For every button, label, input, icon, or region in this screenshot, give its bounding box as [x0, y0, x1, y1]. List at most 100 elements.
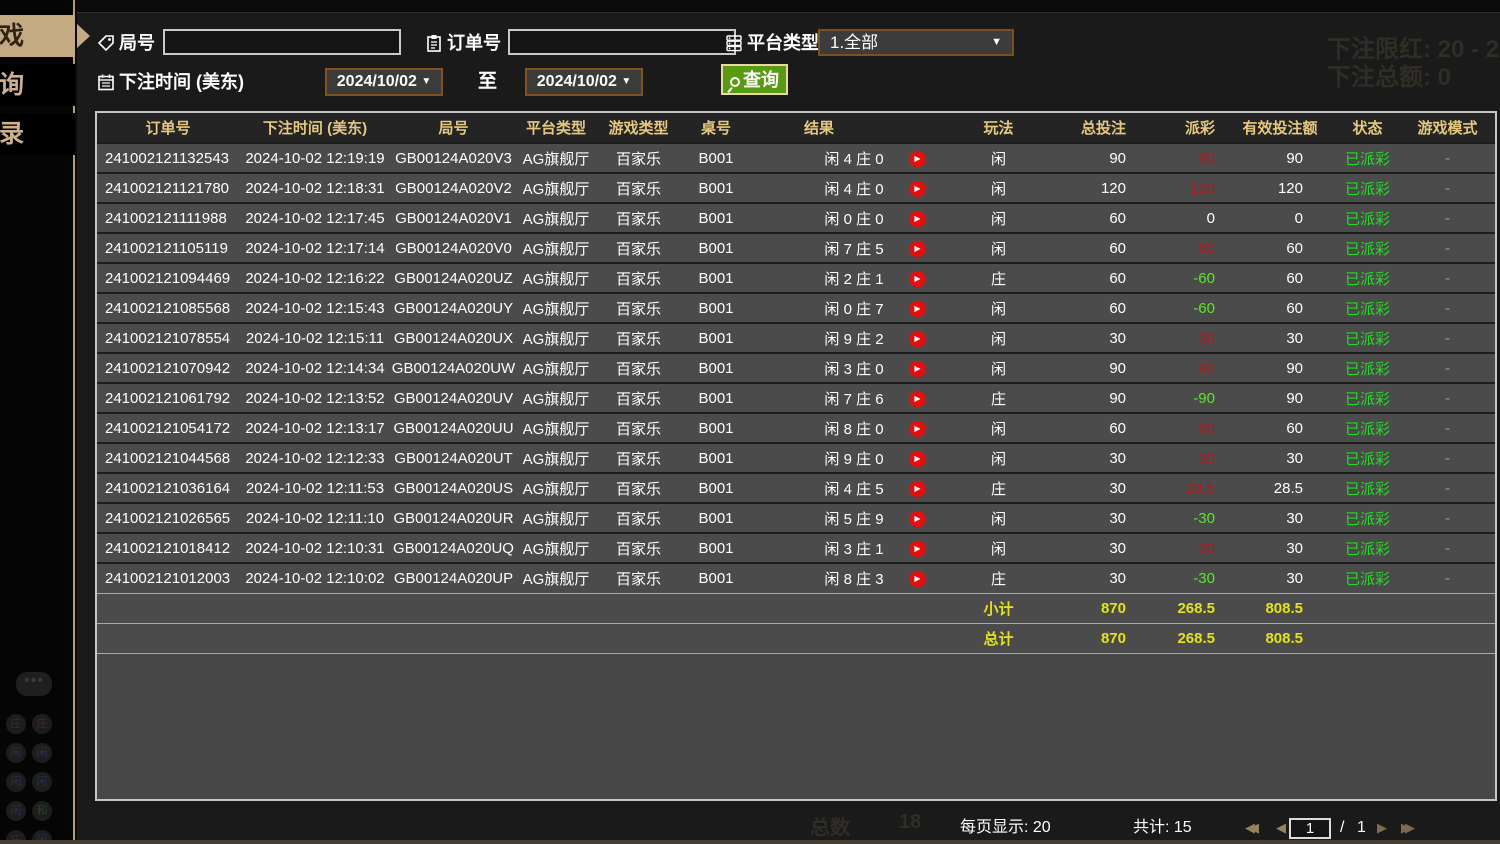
cell-status: 已派彩 [1335, 563, 1400, 593]
replay-play-icon[interactable]: ▶ [909, 151, 926, 167]
replay-play-icon[interactable]: ▶ [909, 331, 926, 347]
cell-play: 闲 [951, 233, 1046, 263]
first-page-button[interactable]: ◀◀ [1245, 808, 1253, 844]
round-no-input[interactable] [163, 29, 401, 55]
sidebar-item-query[interactable]: 询 [0, 64, 75, 106]
cell-game-type: 百家乐 [596, 233, 681, 263]
table-row[interactable]: 2410021210541722024-10-02 12:13:17GB0012… [97, 413, 1495, 443]
cell-play: 闲 [951, 203, 1046, 233]
replay-play-icon[interactable]: ▶ [909, 241, 926, 257]
total-spacer [97, 623, 951, 653]
calendar-icon [97, 73, 115, 91]
cell-status: 已派彩 [1335, 323, 1400, 353]
cell-play: 庄 [951, 263, 1046, 293]
cell-total-bet: 60 [1046, 293, 1136, 323]
page-number-input[interactable] [1289, 818, 1331, 839]
cell-game-mode: - [1400, 353, 1495, 383]
cell-total-bet: 30 [1046, 443, 1136, 473]
cell-round: GB00124A020UQ [391, 533, 516, 563]
table-row[interactable]: 2410021210445682024-10-02 12:12:33GB0012… [97, 443, 1495, 473]
cell-bet-time: 2024-10-02 12:16:22 [239, 263, 391, 293]
table-row[interactable]: 2410021211119882024-10-02 12:17:45GB0012… [97, 203, 1495, 233]
cell-table-no: B001 [681, 323, 751, 353]
replay-play-icon[interactable]: ▶ [909, 541, 926, 557]
date-to-picker[interactable]: 2024/10/02 ▼ [525, 68, 643, 96]
cell-table-no: B001 [681, 383, 751, 413]
replay-play-icon[interactable]: ▶ [909, 271, 926, 287]
replay-play-icon[interactable]: ▶ [909, 211, 926, 227]
total-label: 总计 [951, 623, 1046, 653]
cell-round: GB00124A020UR [391, 503, 516, 533]
cell-total-bet: 60 [1046, 233, 1136, 263]
cell-game-mode: - [1400, 503, 1495, 533]
replay-play-icon[interactable]: ▶ [909, 421, 926, 437]
cell-round: GB00124A020US [391, 473, 516, 503]
table-row[interactable]: 2410021210120032024-10-02 12:10:02GB0012… [97, 563, 1495, 593]
total-total-bet: 870 [1046, 623, 1136, 653]
replay-play-icon[interactable]: ▶ [909, 571, 926, 587]
table-row[interactable]: 2410021211325432024-10-02 12:19:19GB0012… [97, 143, 1495, 173]
pagination-bar: 每页显示: 20 共计: 15 ◀◀ ◀ / 1 ▶ ▶▶ [77, 808, 1500, 844]
date-from-picker[interactable]: 2024/10/02 ▼ [325, 68, 443, 96]
platform-type-select[interactable]: 1.全部 ▼ [818, 29, 1014, 56]
cell-status: 已派彩 [1335, 533, 1400, 563]
cell-round: GB00124A020UX [391, 323, 516, 353]
search-button[interactable]: 查询 [721, 64, 788, 95]
table-row[interactable]: 2410021210709422024-10-02 12:14:34GB0012… [97, 353, 1495, 383]
table-row[interactable]: 2410021210617922024-10-02 12:13:52GB0012… [97, 383, 1495, 413]
cell-payout: 120 [1136, 173, 1225, 203]
cell-game-type: 百家乐 [596, 323, 681, 353]
table-row[interactable]: 2410021210184122024-10-02 12:10:31GB0012… [97, 533, 1495, 563]
date-to-value: 2024/10/02 [537, 73, 617, 90]
cell-platform: AG旗舰厅 [516, 263, 596, 293]
table-row[interactable]: 2410021211217802024-10-02 12:18:31GB0012… [97, 173, 1495, 203]
cell-table-no: B001 [681, 533, 751, 563]
cell-game-mode: - [1400, 413, 1495, 443]
replay-play-icon[interactable]: ▶ [909, 361, 926, 377]
replay-play-icon[interactable]: ▶ [909, 511, 926, 527]
cell-round: GB00124A020UY [391, 293, 516, 323]
cell-table-no: B001 [681, 443, 751, 473]
cell-status: 已派彩 [1335, 143, 1400, 173]
cell-platform: AG旗舰厅 [516, 293, 596, 323]
replay-play-icon[interactable]: ▶ [909, 451, 926, 467]
cell-play: 庄 [951, 473, 1046, 503]
order-no-label: 订单号 [447, 30, 501, 56]
cell-total-bet: 30 [1046, 473, 1136, 503]
cell-total-bet: 30 [1046, 563, 1136, 593]
table-row[interactable]: 2410021211051192024-10-02 12:17:14GB0012… [97, 233, 1495, 263]
sidebar-item-records[interactable]: 录 [0, 113, 75, 155]
table-row[interactable]: 2410021210361642024-10-02 12:11:53GB0012… [97, 473, 1495, 503]
table-row[interactable]: 2410021210855682024-10-02 12:15:43GB0012… [97, 293, 1495, 323]
last-page-button[interactable]: ▶▶ [1401, 808, 1409, 844]
cell-payout: -90 [1136, 383, 1225, 413]
order-no-input[interactable] [508, 29, 736, 55]
cell-table-no: B001 [681, 503, 751, 533]
cell-result: 闲 9 庄 0▶ [751, 443, 951, 473]
cell-total-bet: 30 [1046, 503, 1136, 533]
replay-play-icon[interactable]: ▶ [909, 181, 926, 197]
round-no-label: 局号 [119, 30, 155, 56]
next-page-button[interactable]: ▶ [1377, 808, 1381, 844]
cell-order: 241002121121780 [97, 173, 239, 203]
cell-game-mode: - [1400, 473, 1495, 503]
cell-platform: AG旗舰厅 [516, 443, 596, 473]
cell-game-type: 百家乐 [596, 173, 681, 203]
table-row[interactable]: 2410021210944692024-10-02 12:16:22GB0012… [97, 263, 1495, 293]
replay-play-icon[interactable]: ▶ [909, 481, 926, 497]
faint-bet-total-text: 下注总额: 0 [1327, 57, 1451, 92]
sidebar-item-game[interactable]: 戏 [0, 15, 75, 57]
replay-play-icon[interactable]: ▶ [909, 301, 926, 317]
cell-valid-bet: 30 [1225, 563, 1335, 593]
table-row[interactable]: 2410021210785542024-10-02 12:15:11GB0012… [97, 323, 1495, 353]
cell-round: GB00124A020V3 [391, 143, 516, 173]
cell-total-bet: 60 [1046, 203, 1136, 233]
cell-play: 闲 [951, 293, 1046, 323]
replay-play-icon[interactable]: ▶ [909, 391, 926, 407]
cell-total-bet: 90 [1046, 353, 1136, 383]
cell-total-bet: 90 [1046, 143, 1136, 173]
cell-game-type: 百家乐 [596, 353, 681, 383]
cell-table-no: B001 [681, 293, 751, 323]
prev-page-button[interactable]: ◀ [1276, 808, 1280, 844]
table-row[interactable]: 2410021210265652024-10-02 12:11:10GB0012… [97, 503, 1495, 533]
